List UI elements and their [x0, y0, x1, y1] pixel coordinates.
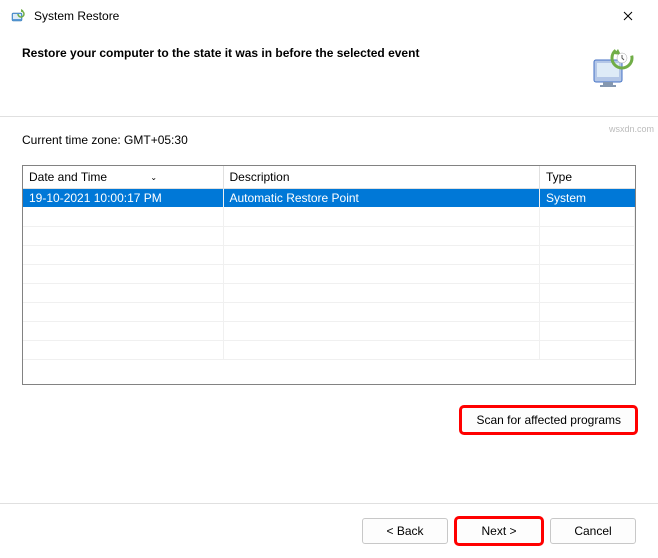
table-row-empty — [23, 245, 635, 264]
header-section: Restore your computer to the state it wa… — [0, 32, 658, 116]
scan-button-row: Scan for affected programs — [22, 407, 636, 433]
restore-large-icon — [588, 44, 636, 92]
table-row-empty — [23, 340, 635, 359]
watermark: wsxdn.com — [609, 124, 654, 134]
table-row-empty — [23, 226, 635, 245]
system-restore-window: System Restore Restore your computer to … — [0, 0, 658, 558]
table-row[interactable]: 19-10-2021 10:00:17 PM Automatic Restore… — [23, 189, 635, 208]
content-area: Current time zone: GMT+05:30 Date and Ti… — [0, 117, 658, 503]
back-button[interactable]: < Back — [362, 518, 448, 544]
column-label: Description — [230, 170, 290, 184]
titlebar: System Restore — [0, 0, 658, 32]
column-label: Date and Time — [29, 170, 107, 184]
next-button[interactable]: Next > — [456, 518, 542, 544]
table-row-empty — [23, 302, 635, 321]
table-row-empty — [23, 321, 635, 340]
cell-date: 19-10-2021 10:00:17 PM — [23, 189, 223, 208]
table-row-empty — [23, 283, 635, 302]
column-header-date[interactable]: Date and Time ⌄ — [23, 166, 223, 189]
restore-points-table[interactable]: Date and Time ⌄ Description Type 19-10-2… — [22, 165, 636, 385]
close-button[interactable] — [608, 2, 648, 30]
cell-description: Automatic Restore Point — [223, 189, 540, 208]
table-header-row: Date and Time ⌄ Description Type — [23, 166, 635, 189]
table-row-empty — [23, 207, 635, 226]
column-header-type[interactable]: Type — [540, 166, 635, 189]
cell-type: System — [540, 189, 635, 208]
footer-buttons: < Back Next > Cancel — [0, 503, 658, 558]
scan-affected-programs-button[interactable]: Scan for affected programs — [461, 407, 636, 433]
table-row-empty — [23, 264, 635, 283]
cancel-button[interactable]: Cancel — [550, 518, 636, 544]
system-restore-icon — [10, 8, 26, 24]
window-title: System Restore — [34, 9, 608, 23]
sort-desc-icon: ⌄ — [150, 173, 157, 182]
column-header-description[interactable]: Description — [223, 166, 540, 189]
timezone-label: Current time zone: GMT+05:30 — [22, 133, 636, 147]
instruction-text: Restore your computer to the state it wa… — [22, 44, 578, 60]
column-label: Type — [546, 170, 572, 184]
